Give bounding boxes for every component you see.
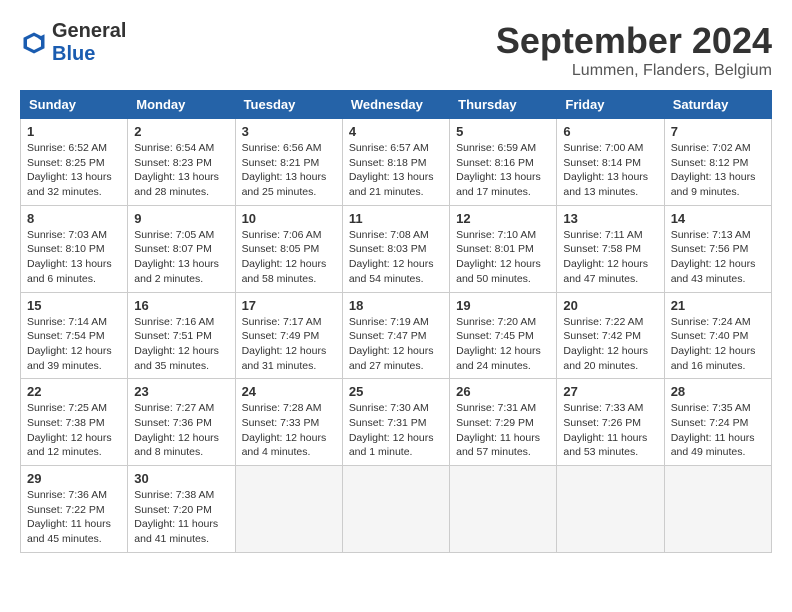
weekday-header-saturday: Saturday	[664, 91, 771, 119]
calendar-day-5: 5Sunrise: 6:59 AMSunset: 8:16 PMDaylight…	[450, 119, 557, 206]
weekday-header-tuesday: Tuesday	[235, 91, 342, 119]
month-title: September 2024	[496, 20, 772, 62]
calendar-empty-cell	[235, 466, 342, 553]
calendar-day-14: 14Sunrise: 7:13 AMSunset: 7:56 PMDayligh…	[664, 205, 771, 292]
calendar-week-4: 22Sunrise: 7:25 AMSunset: 7:38 PMDayligh…	[21, 379, 772, 466]
calendar-empty-cell	[450, 466, 557, 553]
calendar-week-2: 8Sunrise: 7:03 AMSunset: 8:10 PMDaylight…	[21, 205, 772, 292]
calendar-day-21: 21Sunrise: 7:24 AMSunset: 7:40 PMDayligh…	[664, 292, 771, 379]
calendar-day-26: 26Sunrise: 7:31 AMSunset: 7:29 PMDayligh…	[450, 379, 557, 466]
weekday-header-monday: Monday	[128, 91, 235, 119]
calendar-week-3: 15Sunrise: 7:14 AMSunset: 7:54 PMDayligh…	[21, 292, 772, 379]
calendar-day-6: 6Sunrise: 7:00 AMSunset: 8:14 PMDaylight…	[557, 119, 664, 206]
logo-blue-text: Blue	[52, 43, 95, 65]
calendar-day-2: 2Sunrise: 6:54 AMSunset: 8:23 PMDaylight…	[128, 119, 235, 206]
calendar-day-22: 22Sunrise: 7:25 AMSunset: 7:38 PMDayligh…	[21, 379, 128, 466]
calendar-table: SundayMondayTuesdayWednesdayThursdayFrid…	[20, 90, 772, 553]
calendar-day-17: 17Sunrise: 7:17 AMSunset: 7:49 PMDayligh…	[235, 292, 342, 379]
calendar-day-24: 24Sunrise: 7:28 AMSunset: 7:33 PMDayligh…	[235, 379, 342, 466]
calendar-empty-cell	[342, 466, 449, 553]
calendar-day-11: 11Sunrise: 7:08 AMSunset: 8:03 PMDayligh…	[342, 205, 449, 292]
calendar-day-19: 19Sunrise: 7:20 AMSunset: 7:45 PMDayligh…	[450, 292, 557, 379]
calendar-day-29: 29Sunrise: 7:36 AMSunset: 7:22 PMDayligh…	[21, 466, 128, 553]
calendar-day-9: 9Sunrise: 7:05 AMSunset: 8:07 PMDaylight…	[128, 205, 235, 292]
calendar-week-1: 1Sunrise: 6:52 AMSunset: 8:25 PMDaylight…	[21, 119, 772, 206]
calendar-empty-cell	[664, 466, 771, 553]
weekday-header-friday: Friday	[557, 91, 664, 119]
calendar-day-25: 25Sunrise: 7:30 AMSunset: 7:31 PMDayligh…	[342, 379, 449, 466]
calendar-day-20: 20Sunrise: 7:22 AMSunset: 7:42 PMDayligh…	[557, 292, 664, 379]
calendar-day-3: 3Sunrise: 6:56 AMSunset: 8:21 PMDaylight…	[235, 119, 342, 206]
weekday-header-sunday: Sunday	[21, 91, 128, 119]
logo-general-text: General	[52, 20, 126, 43]
calendar-empty-cell	[557, 466, 664, 553]
logo: General Blue	[20, 20, 126, 66]
calendar-day-16: 16Sunrise: 7:16 AMSunset: 7:51 PMDayligh…	[128, 292, 235, 379]
calendar-day-10: 10Sunrise: 7:06 AMSunset: 8:05 PMDayligh…	[235, 205, 342, 292]
calendar-day-18: 18Sunrise: 7:19 AMSunset: 7:47 PMDayligh…	[342, 292, 449, 379]
logo-icon	[20, 29, 48, 57]
calendar-day-8: 8Sunrise: 7:03 AMSunset: 8:10 PMDaylight…	[21, 205, 128, 292]
calendar-day-13: 13Sunrise: 7:11 AMSunset: 7:58 PMDayligh…	[557, 205, 664, 292]
header: General Blue September 2024 Lummen, Flan…	[20, 20, 772, 80]
weekday-header-thursday: Thursday	[450, 91, 557, 119]
calendar-day-30: 30Sunrise: 7:38 AMSunset: 7:20 PMDayligh…	[128, 466, 235, 553]
calendar-week-5: 29Sunrise: 7:36 AMSunset: 7:22 PMDayligh…	[21, 466, 772, 553]
calendar-day-12: 12Sunrise: 7:10 AMSunset: 8:01 PMDayligh…	[450, 205, 557, 292]
weekday-header-wednesday: Wednesday	[342, 91, 449, 119]
location-subtitle: Lummen, Flanders, Belgium	[496, 62, 772, 80]
title-area: September 2024 Lummen, Flanders, Belgium	[496, 20, 772, 80]
weekday-header-row: SundayMondayTuesdayWednesdayThursdayFrid…	[21, 91, 772, 119]
calendar-day-28: 28Sunrise: 7:35 AMSunset: 7:24 PMDayligh…	[664, 379, 771, 466]
calendar-day-27: 27Sunrise: 7:33 AMSunset: 7:26 PMDayligh…	[557, 379, 664, 466]
calendar-day-23: 23Sunrise: 7:27 AMSunset: 7:36 PMDayligh…	[128, 379, 235, 466]
calendar-day-1: 1Sunrise: 6:52 AMSunset: 8:25 PMDaylight…	[21, 119, 128, 206]
calendar-day-15: 15Sunrise: 7:14 AMSunset: 7:54 PMDayligh…	[21, 292, 128, 379]
calendar-day-7: 7Sunrise: 7:02 AMSunset: 8:12 PMDaylight…	[664, 119, 771, 206]
calendar-day-4: 4Sunrise: 6:57 AMSunset: 8:18 PMDaylight…	[342, 119, 449, 206]
